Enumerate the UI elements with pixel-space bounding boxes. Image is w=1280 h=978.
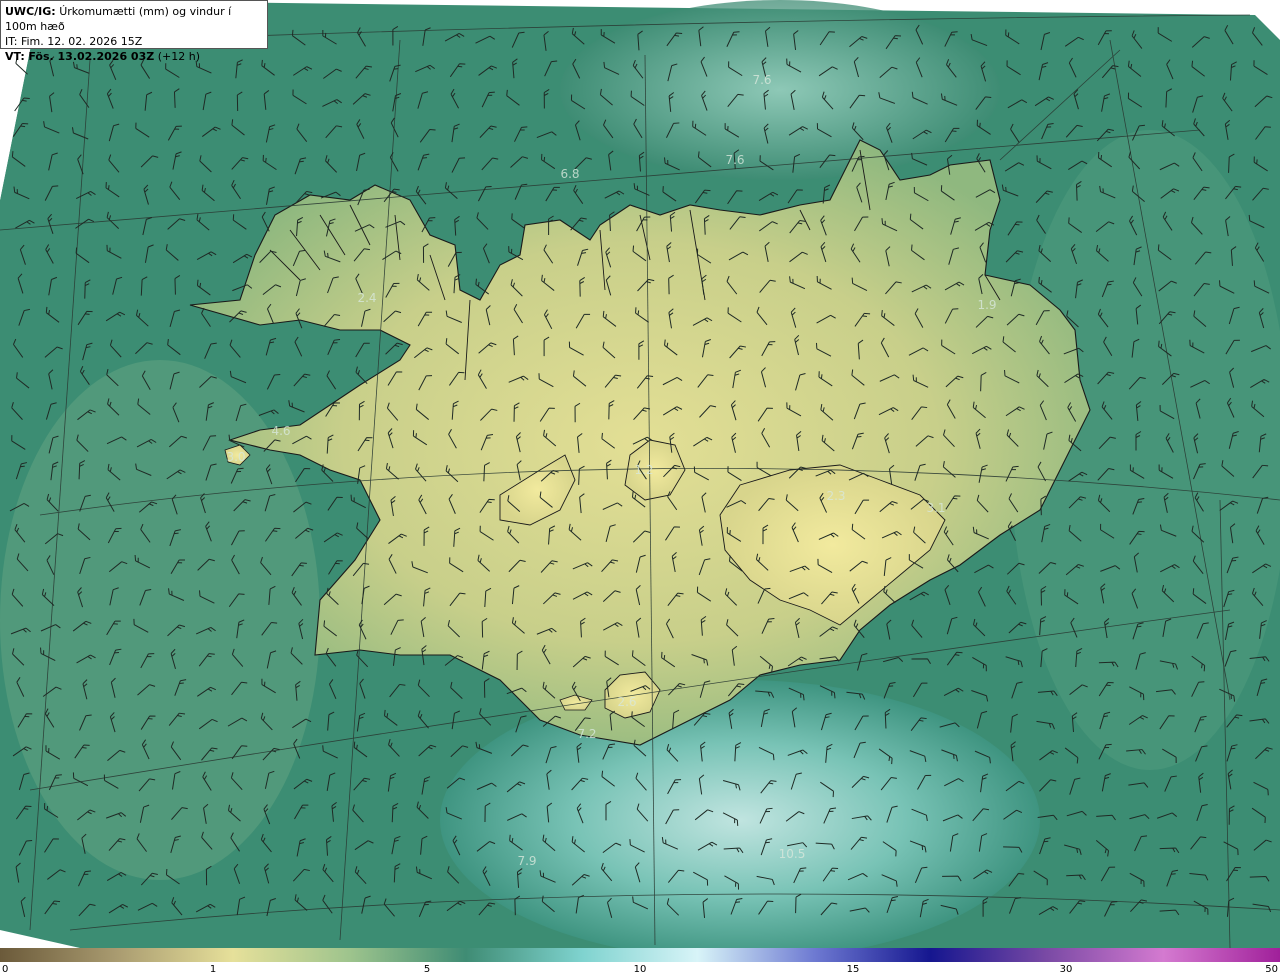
- map-value-label: 2.4: [357, 291, 376, 305]
- map-value-label: 7.6: [725, 153, 744, 167]
- map-value-label: 1.9: [977, 298, 996, 312]
- map-value-label: 3.1: [926, 501, 945, 515]
- valid-time-line: VT: Fös. 13.02.2026 03Z (+12 h): [5, 49, 263, 64]
- map-value-label: 7.9: [517, 854, 536, 868]
- colorbar-tick: 10: [633, 964, 647, 975]
- map-value-label: 7.6: [752, 73, 771, 87]
- colorbar-strip: [0, 948, 1280, 962]
- map-header: UWC/IG: Úrkomumætti (mm) og vindur í 100…: [0, 0, 268, 63]
- map-value-label: 2.6: [617, 695, 636, 709]
- header-title-line: UWC/IG: Úrkomumætti (mm) og vindur í 100…: [5, 4, 263, 34]
- valid-time: Fös. 13.02.2026 03Z: [28, 50, 155, 63]
- map-value-label: 10.5: [779, 847, 806, 861]
- valid-offset: (+12 h): [157, 50, 200, 63]
- product-label: UWC/IG:: [5, 5, 56, 18]
- colorbar-tick: 30: [1059, 964, 1073, 975]
- issue-time: IT: Fim. 12. 02. 2026 15Z: [5, 35, 143, 48]
- sea-field-north: [560, 0, 1000, 180]
- colorbar-tick: 15: [846, 964, 860, 975]
- colorbar-tick: 50: [1265, 964, 1278, 975]
- map-value-label: 6.8: [560, 167, 579, 181]
- weather-map: 7.6 7.6 6.8 2.4 4.6 3.0 1.2 7.2 7.9 10.5…: [0, 0, 1280, 948]
- colorbar-tick: 5: [423, 964, 431, 975]
- map-value-label: 1.2: [634, 463, 653, 477]
- map-value-label: 2.3: [826, 489, 845, 503]
- map-value-label: 3.0: [226, 450, 245, 464]
- map-value-label: 7.2: [577, 727, 596, 741]
- colorbar-tick: 0: [2, 964, 9, 975]
- colorbar: 0 1 5 10 15 30 50: [0, 948, 1280, 978]
- map-value-label: 4.6: [271, 424, 290, 438]
- colorbar-tick: 1: [209, 964, 217, 975]
- valid-prefix: VT:: [5, 50, 25, 63]
